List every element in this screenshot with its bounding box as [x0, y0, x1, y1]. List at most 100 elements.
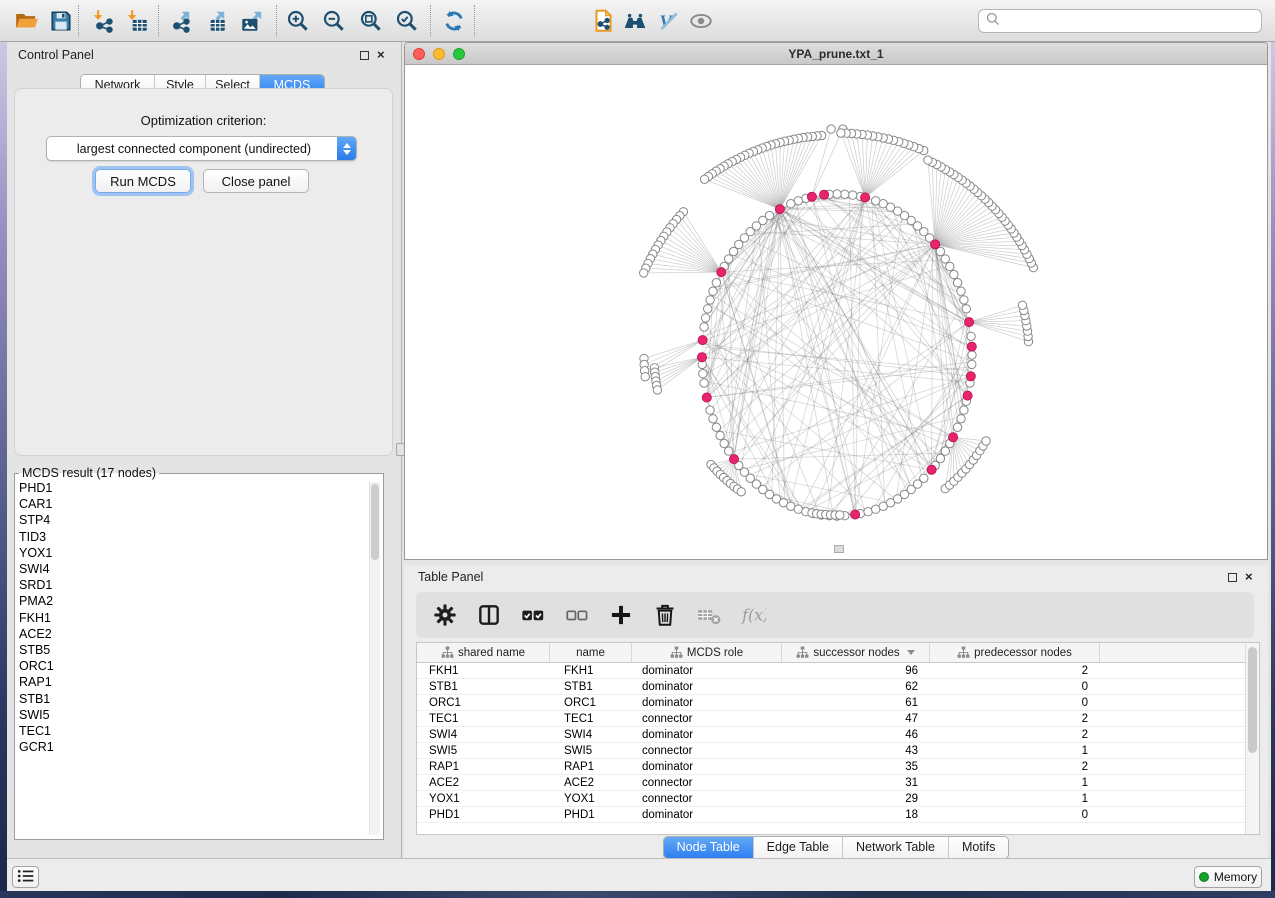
save-session-button[interactable] — [46, 6, 76, 36]
mcds-result-item[interactable]: STP4 — [19, 512, 367, 528]
delete-button[interactable] — [650, 600, 680, 630]
table-scrollbar[interactable] — [1245, 643, 1259, 834]
mcds-result-item[interactable]: STB1 — [19, 691, 367, 707]
zoom-in-button[interactable] — [283, 6, 313, 36]
cell-predecessor-nodes[interactable]: 2 — [930, 663, 1100, 678]
cell-predecessor-nodes[interactable]: 2 — [930, 759, 1100, 774]
network-canvas[interactable] — [405, 65, 1267, 559]
cell-MCDS-role[interactable]: dominator — [632, 663, 782, 678]
cell-predecessor-nodes[interactable]: 0 — [930, 679, 1100, 694]
mcds-result-item[interactable]: ORC1 — [19, 658, 367, 674]
cell-MCDS-role[interactable]: dominator — [632, 695, 782, 710]
cell-shared-name[interactable]: ACE2 — [417, 775, 550, 790]
cell-MCDS-role[interactable]: connector — [632, 743, 782, 758]
cell-name[interactable]: FKH1 — [550, 663, 632, 678]
mcds-result-item[interactable]: SRD1 — [19, 577, 367, 593]
cell-successor-nodes[interactable]: 47 — [782, 711, 930, 726]
search-input[interactable] — [1001, 14, 1255, 28]
table-tab-motifs[interactable]: Motifs — [948, 837, 1008, 858]
horizontal-splitter-handle[interactable] — [834, 545, 844, 553]
cell-MCDS-role[interactable]: dominator — [632, 759, 782, 774]
export-network-button[interactable] — [165, 6, 195, 36]
mcds-result-item[interactable]: TEC1 — [19, 723, 367, 739]
show-graphics-details-button[interactable] — [686, 6, 716, 36]
export-table-button[interactable] — [200, 6, 230, 36]
cell-successor-nodes[interactable]: 62 — [782, 679, 930, 694]
cell-MCDS-role[interactable]: dominator — [632, 679, 782, 694]
show-columns-button[interactable] — [474, 600, 504, 630]
first-neighbors-button[interactable] — [620, 6, 650, 36]
cell-successor-nodes[interactable]: 29 — [782, 791, 930, 806]
cell-predecessor-nodes[interactable]: 1 — [930, 743, 1100, 758]
select-all-button[interactable] — [518, 600, 548, 630]
optimization-criterion-dropdown[interactable]: largest connected component (undirected) — [46, 136, 357, 161]
table-row[interactable]: YOX1YOX1connector291 — [417, 791, 1245, 807]
run-mcds-button[interactable]: Run MCDS — [95, 169, 191, 193]
cell-MCDS-role[interactable]: connector — [632, 775, 782, 790]
cell-shared-name[interactable]: SWI5 — [417, 743, 550, 758]
cell-name[interactable]: RAP1 — [550, 759, 632, 774]
deselect-all-button[interactable] — [562, 600, 592, 630]
cell-successor-nodes[interactable]: 61 — [782, 695, 930, 710]
cell-successor-nodes[interactable]: 31 — [782, 775, 930, 790]
column-header-successor-nodes[interactable]: successor nodes — [782, 643, 930, 662]
cell-predecessor-nodes[interactable]: 2 — [930, 711, 1100, 726]
column-header-name[interactable]: name — [550, 643, 632, 662]
mcds-result-item[interactable]: RAP1 — [19, 674, 367, 690]
mcds-result-item[interactable]: FKH1 — [19, 610, 367, 626]
export-image-button[interactable] — [237, 6, 267, 36]
float-table-panel-icon[interactable] — [1228, 573, 1237, 582]
close-panel-icon[interactable]: × — [377, 50, 385, 60]
table-tab-node-table[interactable]: Node Table — [664, 837, 753, 858]
mcds-result-item[interactable]: ACE2 — [19, 626, 367, 642]
refresh-view-button[interactable] — [439, 6, 469, 36]
cell-MCDS-role[interactable]: connector — [632, 791, 782, 806]
search-box[interactable] — [978, 9, 1262, 33]
cell-shared-name[interactable]: STB1 — [417, 679, 550, 694]
open-file-button[interactable] — [12, 6, 42, 36]
add-button[interactable] — [606, 600, 636, 630]
cell-successor-nodes[interactable]: 46 — [782, 727, 930, 742]
open-network-document-button[interactable] — [588, 6, 618, 36]
zoom-out-button[interactable] — [319, 6, 349, 36]
table-row[interactable]: RAP1RAP1dominator352 — [417, 759, 1245, 775]
table-row[interactable]: ACE2ACE2connector311 — [417, 775, 1245, 791]
vizmapper-button[interactable]: V — [653, 6, 683, 36]
column-header-predecessor-nodes[interactable]: predecessor nodes — [930, 643, 1100, 662]
mcds-result-item[interactable]: CAR1 — [19, 496, 367, 512]
mcds-result-item[interactable]: STB5 — [19, 642, 367, 658]
cell-predecessor-nodes[interactable]: 1 — [930, 775, 1100, 790]
zoom-fit-button[interactable] — [356, 6, 386, 36]
mcds-result-item[interactable]: PHD1 — [19, 480, 367, 496]
cell-MCDS-role[interactable]: dominator — [632, 727, 782, 742]
cell-MCDS-role[interactable]: dominator — [632, 807, 782, 822]
import-table-button[interactable] — [122, 6, 152, 36]
cell-name[interactable]: PHD1 — [550, 807, 632, 822]
column-header-MCDS-role[interactable]: MCDS role — [632, 643, 782, 662]
table-row[interactable]: ORC1ORC1dominator610 — [417, 695, 1245, 711]
table-row[interactable]: FKH1FKH1dominator962 — [417, 663, 1245, 679]
cell-name[interactable]: ORC1 — [550, 695, 632, 710]
cell-name[interactable]: ACE2 — [550, 775, 632, 790]
zoom-selected-button[interactable] — [392, 6, 422, 36]
mcds-result-item[interactable]: SWI4 — [19, 561, 367, 577]
table-tab-edge-table[interactable]: Edge Table — [753, 837, 842, 858]
cell-shared-name[interactable]: YOX1 — [417, 791, 550, 806]
cell-predecessor-nodes[interactable]: 1 — [930, 791, 1100, 806]
cell-shared-name[interactable]: FKH1 — [417, 663, 550, 678]
mcds-result-item[interactable]: YOX1 — [19, 545, 367, 561]
close-table-panel-icon[interactable]: × — [1245, 572, 1253, 582]
mcds-result-item[interactable]: TID3 — [19, 529, 367, 545]
cell-MCDS-role[interactable]: connector — [632, 711, 782, 726]
memory-button[interactable]: Memory — [1194, 866, 1262, 888]
cell-successor-nodes[interactable]: 35 — [782, 759, 930, 774]
close-panel-button[interactable]: Close panel — [203, 169, 309, 193]
cell-name[interactable]: TEC1 — [550, 711, 632, 726]
cell-name[interactable]: SWI5 — [550, 743, 632, 758]
cell-name[interactable]: SWI4 — [550, 727, 632, 742]
table-row[interactable]: SWI4SWI4dominator462 — [417, 727, 1245, 743]
cell-successor-nodes[interactable]: 43 — [782, 743, 930, 758]
mcds-result-item[interactable]: PMA2 — [19, 593, 367, 609]
cell-successor-nodes[interactable]: 96 — [782, 663, 930, 678]
mcds-list-scrollbar[interactable] — [369, 482, 380, 835]
